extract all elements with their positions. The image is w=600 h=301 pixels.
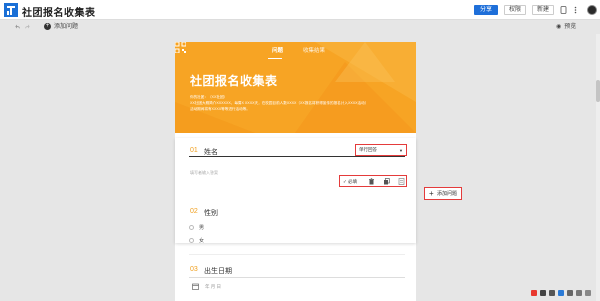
tray-icon[interactable] — [549, 290, 555, 296]
preview-label: 预览 — [564, 24, 577, 30]
title-underline — [189, 156, 405, 157]
tab-questions[interactable]: 问题 — [272, 46, 283, 54]
more-icon[interactable] — [572, 6, 579, 14]
chevron-down-icon: ▼ — [399, 148, 403, 153]
add-question-button[interactable]: + 添加问题 — [44, 23, 78, 31]
tray-icon[interactable] — [576, 290, 582, 296]
option-label: 女 — [199, 238, 205, 244]
qr-code-icon[interactable] — [175, 42, 186, 53]
option-male[interactable]: 男 — [189, 224, 204, 231]
top-bar: 社团报名收集表 分享 权限 新建 — [0, 0, 600, 20]
scrollbar-thumb[interactable] — [596, 80, 600, 102]
option-female[interactable]: 女 — [189, 237, 204, 244]
plus-icon: + — [429, 189, 434, 198]
eye-icon: ◉ — [556, 24, 562, 30]
form-banner: 问题 收集结果 社团报名收集表 你的社团：（XX社团） XX社团大概简介XXXX… — [175, 42, 416, 133]
answer-placeholder: 填写者输入答案 — [190, 170, 218, 175]
required-label: 必填 — [348, 179, 358, 184]
question-actions: ✓ 必填 — [339, 175, 407, 187]
tray-icon[interactable] — [585, 290, 591, 296]
form-tabs: 问题 收集结果 — [175, 46, 416, 59]
mobile-icon[interactable] — [560, 6, 567, 14]
tab-active-indicator — [268, 58, 282, 59]
option-label: 男 — [199, 225, 205, 231]
preview-button[interactable]: ◉ 预览 — [556, 23, 576, 31]
title-underline — [189, 277, 405, 278]
add-question-label: 添加问题 — [54, 24, 79, 31]
form-description[interactable]: 你的社团：（XX社团） XX社团大概简介XXXXXX，每周X XXXX天，在校园… — [190, 94, 400, 112]
plus-icon: + — [44, 23, 51, 30]
form-card: 问题 收集结果 社团报名收集表 你的社团：（XX社团） XX社团大概简介XXXX… — [175, 42, 416, 301]
undo-icon[interactable] — [15, 24, 21, 30]
scrollbar-track[interactable] — [596, 34, 600, 301]
app-logo-icon — [4, 3, 18, 17]
copy-icon[interactable] — [383, 178, 390, 185]
required-toggle[interactable]: ✓ 必填 — [343, 179, 357, 184]
calendar-icon[interactable] — [192, 283, 199, 290]
question-type-value: 单行回答 — [359, 147, 377, 152]
description-line: 活动期间将有XXXX等等进行活动等。 — [190, 107, 250, 111]
date-format-text: 年 月 日 — [205, 284, 222, 289]
permission-button[interactable]: 权限 — [504, 5, 526, 15]
delete-icon[interactable] — [368, 178, 375, 185]
app-title: 社团报名收集表 — [22, 8, 96, 19]
question-title[interactable]: 出生日期 — [204, 266, 232, 276]
question-card-name[interactable]: 01 姓名 单行回答 ▼ 填写者输入答案 ✓ 必填 — [175, 138, 416, 243]
question-divider — [189, 254, 405, 255]
avatar[interactable] — [587, 5, 597, 15]
tray-icon[interactable] — [558, 290, 564, 296]
question-number: 01 — [190, 147, 198, 154]
form-title[interactable]: 社团报名收集表 — [190, 72, 278, 89]
question-number: 02 — [190, 208, 198, 215]
radio-icon — [189, 238, 194, 244]
share-button[interactable]: 分享 — [474, 5, 498, 15]
tray-icon[interactable] — [540, 290, 546, 296]
ime-icon[interactable] — [531, 290, 537, 296]
editor-toolbar: + 添加问题 ◉ 预览 — [0, 20, 600, 34]
add-question-label: 添加问题 — [437, 191, 458, 197]
question-type-select[interactable]: 单行回答 ▼ — [355, 144, 407, 156]
question-title[interactable]: 性别 — [204, 208, 218, 218]
new-button[interactable]: 新建 — [532, 5, 554, 15]
redo-icon[interactable] — [24, 24, 30, 30]
logic-icon[interactable] — [398, 178, 405, 185]
question-number: 03 — [190, 266, 198, 273]
tray-icon[interactable] — [567, 290, 573, 296]
radio-icon — [189, 225, 194, 231]
tab-results[interactable]: 收集结果 — [303, 46, 325, 54]
floating-add-question-button[interactable]: + 添加问题 — [424, 187, 462, 200]
